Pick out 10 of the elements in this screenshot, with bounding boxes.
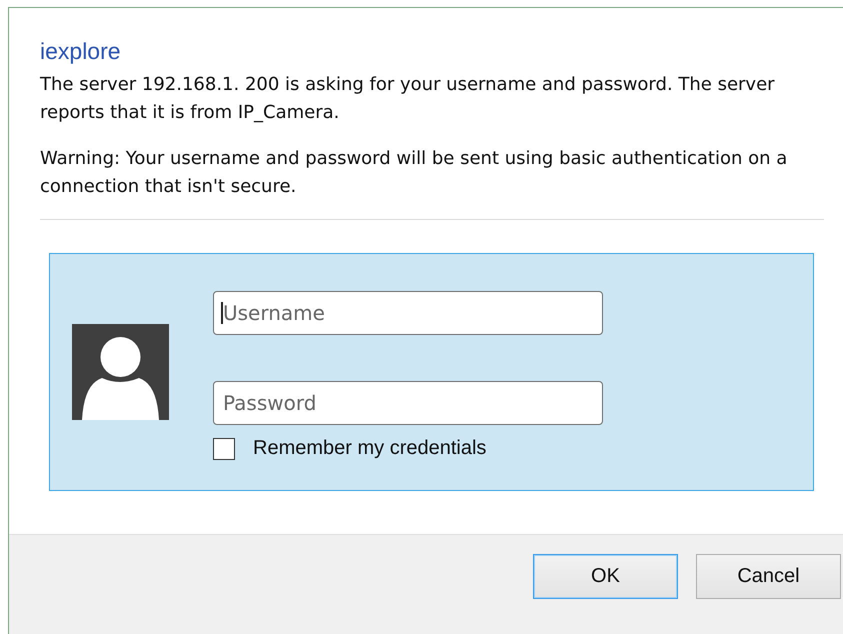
username-field[interactable]: Username [213, 291, 603, 335]
user-avatar-icon [72, 324, 169, 420]
server-message: The server 192.168.1. 200 is asking for your username and password. The server reports that it is from IP_Camera. [40, 73, 776, 125]
dialog-title: iexplore [40, 38, 122, 65]
cancel-button[interactable]: Cancel [696, 554, 841, 599]
warning-message: Warning: Your username and password will be sent using basic authentication on a connection that isn't secure. [40, 147, 788, 199]
ok-button[interactable]: OK [533, 554, 678, 599]
remember-label: Remember my credentials [253, 437, 486, 460]
remember-checkbox[interactable] [213, 438, 235, 460]
password-field[interactable]: Password [213, 381, 603, 425]
